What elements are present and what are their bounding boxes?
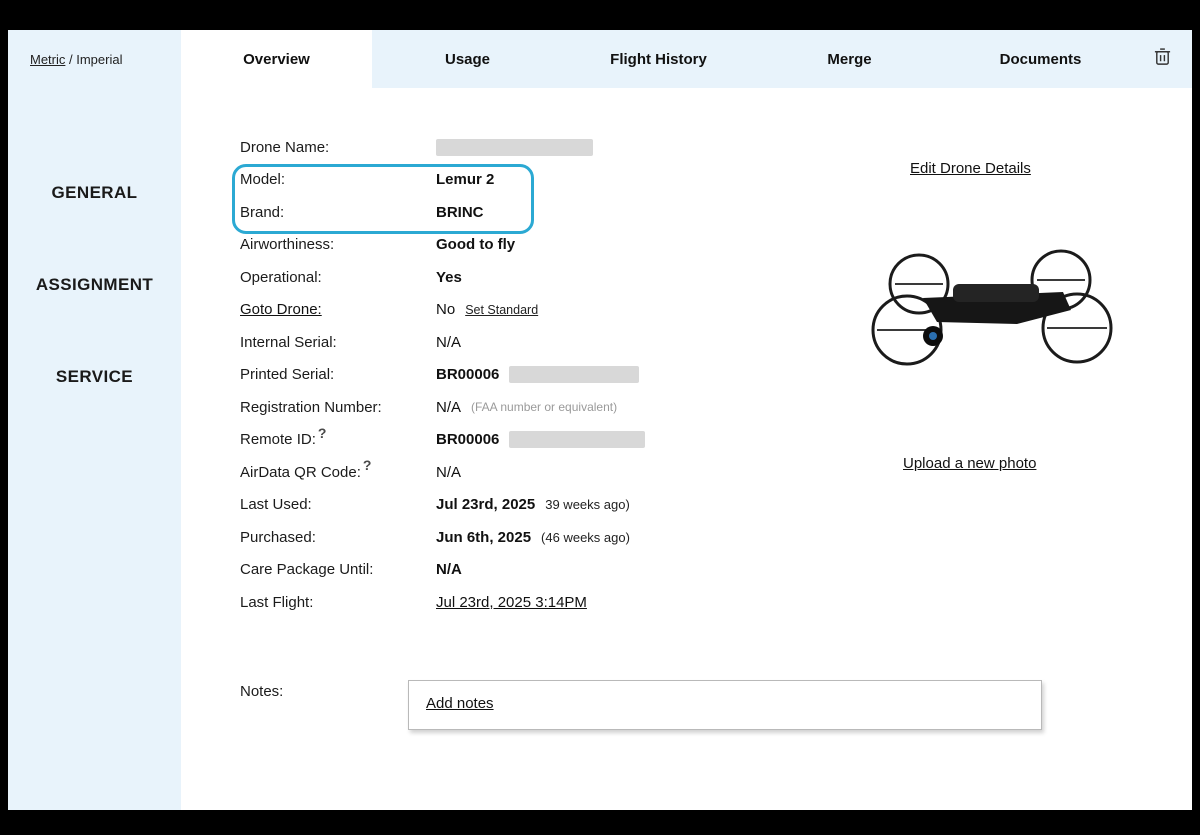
redacted-remote-id [509, 431, 645, 448]
row-internal-serial: Internal Serial: N/A [181, 326, 645, 359]
airworthiness-label: Airworthiness: [240, 236, 436, 253]
purchased-value: Jun 6th, 2025 [436, 529, 531, 546]
drone-photo [865, 246, 1125, 368]
set-standard-link[interactable]: Set Standard [465, 303, 538, 317]
row-airdata-qr: AirData QR Code: ? N/A [181, 456, 645, 489]
row-goto-drone: Goto Drone: No Set Standard [181, 294, 645, 327]
units-toggle: Metric / Imperial [8, 30, 181, 88]
tab-overview[interactable]: Overview [181, 30, 372, 88]
row-printed-serial: Printed Serial: BR00006 [181, 359, 645, 392]
airdata-qr-help-icon[interactable]: ? [363, 457, 372, 473]
printed-serial-value: BR00006 [436, 366, 499, 383]
internal-serial-value: N/A [436, 334, 461, 351]
sidebar: GENERAL ASSIGNMENT SERVICE [8, 88, 181, 810]
units-separator: / [65, 52, 76, 67]
metric-link[interactable]: Metric [30, 52, 65, 67]
goto-drone-link[interactable]: Goto Drone: [240, 301, 322, 318]
row-model: Model: Lemur 2 [181, 164, 645, 197]
tab-merge[interactable]: Merge [754, 30, 945, 88]
care-package-value: N/A [436, 561, 462, 578]
last-used-ago: 39 weeks ago) [545, 497, 630, 512]
purchased-label: Purchased: [240, 529, 436, 546]
remote-id-help-icon[interactable]: ? [318, 425, 327, 441]
notes-box[interactable]: Add notes [408, 680, 1042, 730]
row-airworthiness: Airworthiness: Good to fly [181, 229, 645, 262]
last-used-value: Jul 23rd, 2025 [436, 496, 535, 513]
sidebar-item-general[interactable]: GENERAL [8, 183, 181, 203]
operational-value: Yes [436, 269, 462, 286]
notes-label: Notes: [240, 683, 283, 700]
model-value: Lemur 2 [436, 171, 494, 188]
row-operational: Operational: Yes [181, 261, 645, 294]
model-label: Model: [240, 171, 436, 188]
trash-icon [1153, 46, 1172, 72]
registration-number-value: N/A [436, 399, 461, 416]
last-flight-label: Last Flight: [240, 594, 436, 611]
remote-id-value: BR00006 [436, 431, 499, 448]
sidebar-item-service[interactable]: SERVICE [8, 367, 181, 387]
add-notes-link[interactable]: Add notes [426, 695, 494, 712]
tab-usage[interactable]: Usage [372, 30, 563, 88]
internal-serial-label: Internal Serial: [240, 334, 436, 351]
printed-serial-label: Printed Serial: [240, 366, 436, 383]
purchased-ago: (46 weeks ago) [541, 530, 630, 545]
row-care-package: Care Package Until: N/A [181, 554, 645, 587]
delete-drone-button[interactable] [1136, 30, 1192, 88]
imperial-link[interactable]: Imperial [76, 52, 122, 67]
tabs: Overview Usage Flight History Merge Docu… [181, 30, 1136, 88]
operational-label: Operational: [240, 269, 436, 286]
edit-drone-details: Edit Drone Details [910, 160, 1031, 177]
brand-value: BRINC [436, 204, 484, 221]
last-used-label: Last Used: [240, 496, 436, 513]
airdata-qr-value: N/A [436, 464, 461, 481]
row-registration-number: Registration Number: N/A (FAA number or … [181, 391, 645, 424]
row-last-flight: Last Flight: Jul 23rd, 2025 3:14PM [181, 586, 645, 619]
registration-number-label: Registration Number: [240, 399, 436, 416]
row-brand: Brand: BRINC [181, 196, 645, 229]
row-remote-id: Remote ID: ? BR00006 [181, 424, 645, 457]
sidebar-item-assignment[interactable]: ASSIGNMENT [8, 275, 181, 295]
registration-hint: (FAA number or equivalent) [471, 400, 617, 414]
redacted-drone-name [436, 139, 593, 156]
remote-id-label: Remote ID: [240, 431, 316, 448]
row-purchased: Purchased: Jun 6th, 2025 (46 weeks ago) [181, 521, 645, 554]
airdata-qr-label: AirData QR Code: [240, 464, 361, 481]
edit-drone-details-link[interactable]: Edit Drone Details [910, 160, 1031, 177]
overview-panel: Drone Name: Model: Lemur 2 Brand: BRINC … [181, 88, 1192, 810]
airworthiness-value: Good to fly [436, 236, 515, 253]
row-last-used: Last Used: Jul 23rd, 2025 39 weeks ago) [181, 489, 645, 522]
top-tab-bar: Metric / Imperial Overview Usage Flight … [8, 30, 1192, 88]
redacted-printed-serial [509, 366, 639, 383]
care-package-label: Care Package Until: [240, 561, 436, 578]
brand-label: Brand: [240, 204, 436, 221]
tab-flight-history[interactable]: Flight History [563, 30, 754, 88]
row-drone-name: Drone Name: [181, 131, 645, 164]
goto-drone-value: No [436, 301, 455, 318]
tab-documents[interactable]: Documents [945, 30, 1136, 88]
upload-photo-link[interactable]: Upload a new photo [903, 455, 1036, 472]
drone-name-label: Drone Name: [240, 139, 436, 156]
upload-photo: Upload a new photo [903, 455, 1036, 472]
drone-details-page: Metric / Imperial Overview Usage Flight … [8, 30, 1192, 810]
last-flight-link[interactable]: Jul 23rd, 2025 3:14PM [436, 594, 587, 611]
drone-image [865, 355, 1125, 372]
drone-details-list: Drone Name: Model: Lemur 2 Brand: BRINC … [181, 131, 645, 619]
